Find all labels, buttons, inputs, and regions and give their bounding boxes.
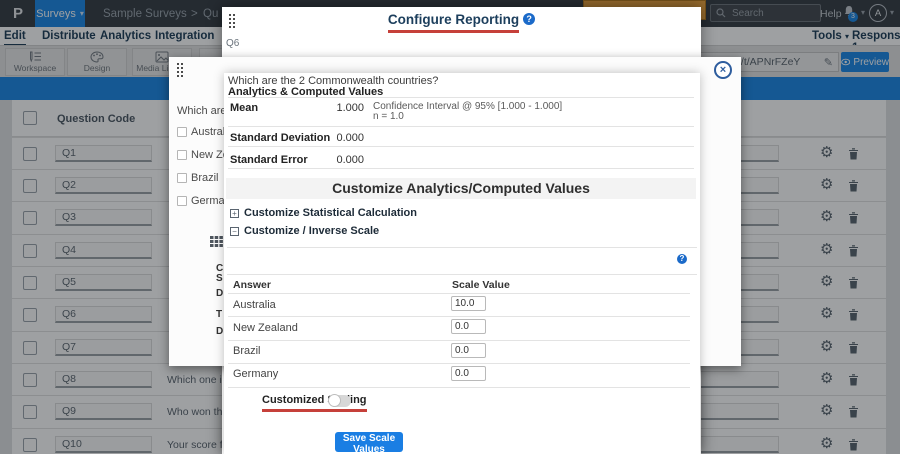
divider bbox=[228, 387, 690, 388]
option-checkbox[interactable] bbox=[177, 173, 187, 183]
questionpro-app: P Surveys ▾ Sample Surveys > Qu Help 3 ▾… bbox=[0, 0, 900, 454]
drag-handle-icon[interactable] bbox=[177, 63, 179, 65]
toggle-knob bbox=[328, 394, 341, 407]
customized-scaling-label: Customized Scaling bbox=[262, 394, 367, 412]
answer-column-header: Answer bbox=[233, 279, 271, 291]
close-icon[interactable]: × bbox=[714, 61, 732, 79]
stat-label: Mean bbox=[230, 102, 258, 114]
clipped-text: S bbox=[216, 273, 223, 284]
divider bbox=[228, 146, 694, 147]
scale-value-input[interactable] bbox=[451, 296, 486, 311]
divider bbox=[228, 293, 690, 294]
divider bbox=[228, 316, 690, 317]
stat-value: 1.000 bbox=[284, 102, 364, 114]
scale-value-input[interactable] bbox=[451, 366, 486, 381]
divider bbox=[228, 340, 690, 341]
answer-label: Australia bbox=[233, 299, 276, 311]
clipped-text: T bbox=[216, 309, 222, 320]
section-label: Customize Statistical Calculation bbox=[244, 207, 417, 219]
stat-value: 0.000 bbox=[284, 132, 364, 144]
plus-box-icon: + bbox=[230, 209, 239, 218]
customize-section-title: Customize Analytics/Computed Values bbox=[226, 178, 696, 199]
minus-box-icon: − bbox=[230, 227, 239, 236]
help-circle-icon[interactable]: ? bbox=[677, 254, 687, 264]
divider bbox=[227, 247, 697, 248]
option-checkbox[interactable] bbox=[177, 150, 187, 160]
divider bbox=[228, 126, 694, 127]
save-scale-values-button[interactable]: Save Scale Values bbox=[335, 432, 403, 452]
analytics-details-panel: Which are the 2 Commonwealth countries? … bbox=[224, 73, 700, 454]
divider bbox=[228, 363, 690, 364]
option-checkbox[interactable] bbox=[177, 196, 187, 206]
answer-label: New Zealand bbox=[233, 322, 298, 334]
clipped-text: D bbox=[216, 288, 223, 299]
section-label: Customize / Inverse Scale bbox=[244, 225, 379, 237]
answer-label: Brazil bbox=[233, 345, 261, 357]
scale-value-column-header: Scale Value bbox=[452, 279, 510, 291]
customize-inverse-scale-section[interactable]: − Customize / Inverse Scale bbox=[230, 225, 379, 237]
grid-icon bbox=[210, 236, 223, 247]
divider bbox=[227, 274, 697, 275]
stat-value: 0.000 bbox=[284, 154, 364, 166]
scale-value-input[interactable] bbox=[451, 343, 486, 358]
question-code-label: Q6 bbox=[226, 38, 239, 49]
help-circle-icon[interactable]: ? bbox=[523, 13, 535, 25]
divider bbox=[228, 168, 694, 169]
option-label: Brazil bbox=[191, 172, 219, 184]
customized-scaling-toggle[interactable] bbox=[329, 395, 351, 407]
scale-value-input[interactable] bbox=[451, 319, 486, 334]
stat-note: n = 1.0 bbox=[373, 111, 404, 122]
option-checkbox[interactable] bbox=[177, 127, 187, 137]
answer-label: Germany bbox=[233, 368, 278, 380]
customize-statistical-calculation-section[interactable]: + Customize Statistical Calculation bbox=[230, 207, 417, 219]
clipped-text: D bbox=[216, 326, 223, 337]
divider bbox=[228, 97, 694, 98]
modal-title: Configure Reporting bbox=[388, 12, 519, 33]
